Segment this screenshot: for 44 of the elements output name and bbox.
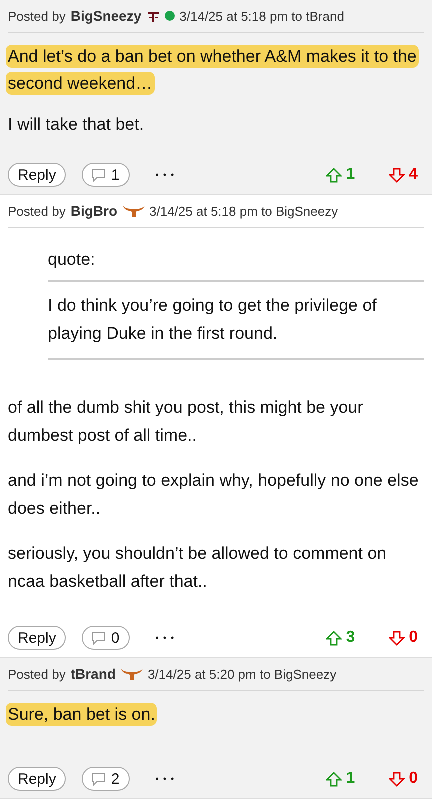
author-link[interactable]: BigSneezy <box>70 8 142 24</box>
comment-icon <box>92 632 106 644</box>
post-text: and i’m not going to explain why, hopefully no one else does either.. <box>8 470 420 520</box>
post-text: I will take that bet. <box>8 114 146 136</box>
author-link[interactable]: tBrand <box>70 666 116 682</box>
reply-button[interactable]: Reply <box>8 626 66 650</box>
post-text: And let’s do a ban bet on whether A&M makes it to the second weekend… <box>8 44 420 97</box>
downvote-count: 4 <box>409 166 418 184</box>
more-button[interactable]: • • • <box>156 170 176 180</box>
posted-by-label: Posted by <box>8 666 66 682</box>
downvote-icon[interactable] <box>389 168 406 182</box>
author-link[interactable]: BigBro <box>70 203 118 219</box>
comment-icon <box>92 772 106 786</box>
posted-by-label: Posted by <box>8 204 66 218</box>
post-meta: 3/14/25 at 5:20 pm to BigSneezy <box>148 666 337 682</box>
quote-text: I do think you’re going to get the privilege of playing Duke in the first round. <box>48 292 424 360</box>
upvote-count: 3 <box>346 629 356 647</box>
post-text: seriously, you shouldn’t be allowed to comment on ncaa basketball after that.. <box>8 543 388 593</box>
upvote-icon[interactable] <box>326 772 342 786</box>
logo-icon <box>146 10 160 22</box>
downvote-count: 0 <box>409 629 418 647</box>
more-button[interactable]: • • • <box>156 633 176 643</box>
longhorn-icon <box>122 204 144 218</box>
more-button[interactable]: • • • <box>156 774 176 784</box>
post-text: Sure, ban bet is on. <box>8 702 158 728</box>
upvote-icon[interactable] <box>326 630 342 646</box>
reply-button[interactable]: Reply <box>8 163 66 187</box>
quote-label: quote: <box>48 246 424 282</box>
post-meta: 3/14/25 at 5:18 pm to tBrand <box>180 8 344 24</box>
upvote-count: 1 <box>346 770 356 788</box>
downvote-icon[interactable] <box>389 772 406 786</box>
post-text: of all the dumb shit you post, this might be your dumbest post of all time.. <box>8 397 364 447</box>
longhorn-icon <box>120 668 143 680</box>
comments-button[interactable]: 2 <box>82 767 130 791</box>
posted-by-label: Posted by <box>8 8 66 24</box>
downvote-count: 0 <box>409 770 418 788</box>
comments-button[interactable]: 0 <box>82 626 130 650</box>
upvote-count: 1 <box>346 166 356 184</box>
downvote-icon[interactable] <box>389 630 406 646</box>
post-meta: 3/14/25 at 5:18 pm to BigSneezy <box>150 204 338 218</box>
comments-button[interactable]: 1 <box>82 163 130 187</box>
reply-button[interactable]: Reply <box>8 767 66 791</box>
upvote-icon[interactable] <box>326 168 342 182</box>
comment-icon <box>92 168 106 182</box>
